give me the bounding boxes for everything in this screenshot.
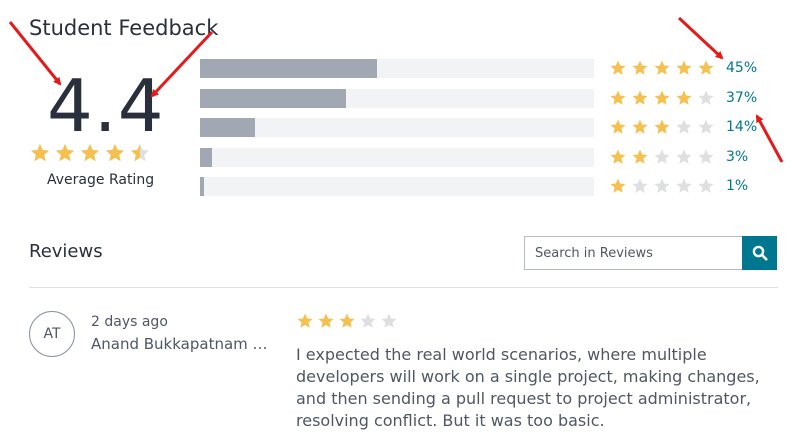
annotation-arrow-icon [150, 30, 214, 98]
annotation-arrow-icon [8, 21, 62, 86]
annotation-arrow-icon [677, 16, 724, 60]
annotation-arrows [8, 16, 784, 163]
annotation-arrow-icon [755, 114, 784, 163]
